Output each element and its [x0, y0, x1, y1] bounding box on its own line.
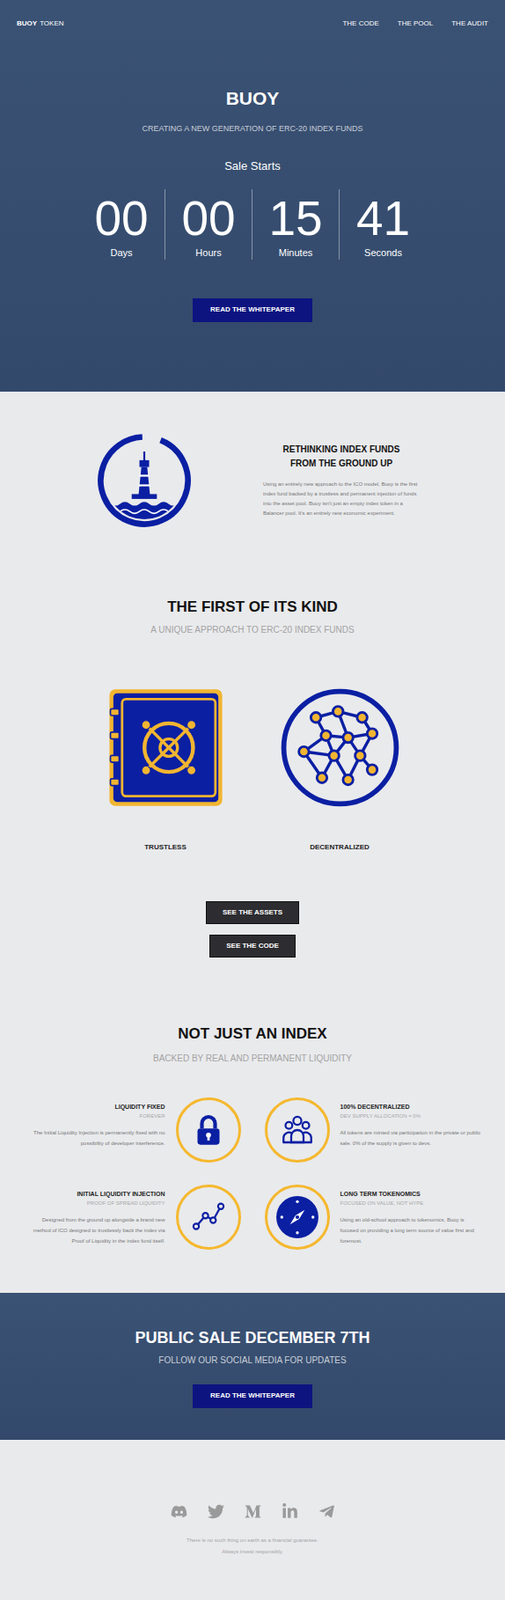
feature-body: All tokens are minted via participation … — [340, 1127, 482, 1149]
discord-icon[interactable] — [170, 1502, 188, 1520]
sale-subtitle: FOLLOW OUR SOCIAL MEDIA FOR UPDATES — [158, 1353, 346, 1367]
countdown-label: Days — [109, 246, 132, 259]
nav-link[interactable]: THE CODE — [342, 19, 379, 29]
index-feature: INITIAL LIQUIDITY INJECTIONPROOF OF SPRE… — [24, 1184, 242, 1250]
feature-title: 100% DECENTRALIZED — [340, 1102, 482, 1112]
about-body: Using an entirely new approach to the IC… — [263, 479, 420, 519]
feature-title: LONG TERM TOKENOMICS — [340, 1189, 482, 1199]
countdown: 00Days00Hours15Minutes41Seconds — [78, 189, 427, 260]
social-links — [170, 1502, 336, 1520]
globe-icon — [279, 687, 401, 808]
countdown-value: 00 — [94, 191, 148, 245]
countdown-value: 41 — [356, 191, 410, 245]
medium-icon[interactable] — [244, 1502, 262, 1520]
index-feature: 100% DECENTRALIZEDDEV SUPPLY ALLOCATION … — [264, 1097, 482, 1163]
nav-links: THE CODE THE POOL THE AUDIT — [342, 19, 489, 29]
feature-title: LIQUIDITY FIXED — [24, 1102, 166, 1112]
feature-text: 100% DECENTRALIZEDDEV SUPPLY ALLOCATION … — [340, 1097, 482, 1149]
feature-badge — [264, 1097, 330, 1163]
linkedin-icon[interactable] — [281, 1502, 299, 1520]
countdown-value: 15 — [268, 191, 323, 245]
hero: BUOYTOKEN THE CODE THE POOL THE AUDIT BUOY CR… — [0, 0, 505, 392]
page: BUOYTOKEN THE CODE THE POOL THE AUDIT BUOY CR… — [0, 0, 505, 1600]
feature-badge — [175, 1097, 242, 1163]
feature-badge — [264, 1184, 330, 1250]
nav-bar: BUOYTOKEN THE CODE THE POOL THE AUDIT — [0, 0, 505, 48]
countdown-label: Seconds — [364, 246, 403, 259]
dark-button[interactable]: SEE THE ASSETS — [205, 900, 300, 924]
feature-body: Using an old-school approach to tokenomi… — [340, 1214, 482, 1246]
about-heading: RETHINKING INDEX FUNDSFROM THE GROUND UP — [263, 442, 420, 471]
kind-feature: TRUSTLESS — [95, 687, 236, 853]
kind-feature: DECENTRALIZED — [269, 687, 410, 853]
sale-label: Sale Starts — [224, 159, 281, 174]
feature-tag: DEV SUPPLY ALLOCATION = 0% — [340, 1111, 482, 1120]
kind-features: TRUSTLESS DECENTRALIZED — [95, 687, 410, 853]
countdown-unit: 15Minutes — [252, 189, 340, 260]
about-text: RETHINKING INDEX FUNDSFROM THE GROUND UP… — [263, 442, 420, 519]
countdown-unit: 00Days — [78, 189, 166, 260]
countdown-unit: 00Hours — [165, 189, 253, 260]
index-feature: LIQUIDITY FIXEDFOREVER The Initial Liquid… — [24, 1097, 242, 1163]
disclaimer: There is no such thing on earth as a fin… — [186, 1534, 319, 1558]
hero-title: BUOY — [226, 87, 280, 110]
feature-text: INITIAL LIQUIDITY INJECTIONPROOF OF SPRE… — [24, 1184, 166, 1246]
kind-title: THE FIRST OF ITS KIND — [167, 597, 338, 617]
feature-tag: FOCUSED ON VALUE, NOT HYPE — [340, 1198, 482, 1208]
lock-icon — [190, 1112, 227, 1148]
countdown-unit: 41Seconds — [339, 189, 427, 260]
line-chart-icon — [190, 1198, 227, 1236]
disclaimer-line: Always invest responsibly. — [221, 1545, 284, 1558]
kind-feature-label: TRUSTLESS — [144, 841, 187, 853]
feature-title: INITIAL LIQUIDITY INJECTION — [24, 1189, 166, 1199]
index-title: NOT JUST AN INDEX — [177, 1024, 327, 1044]
feature-text: LONG TERM TOKENOMICSFOCUSED ON VALUE, NO… — [340, 1184, 482, 1246]
feature-tag: PROOF OF SPREAD LIQUIDITY — [24, 1198, 166, 1208]
footer: There is no such thing on earth as a fin… — [0, 1439, 505, 1600]
countdown-label: Hours — [195, 246, 221, 259]
buoy-icon — [95, 431, 193, 529]
kind-subtitle: A UNIQUE APPROACH TO ERC-20 INDEX FUNDS — [150, 623, 354, 637]
telegram-icon[interactable] — [318, 1502, 336, 1520]
feature-tag: FOREVER — [24, 1111, 166, 1120]
logo[interactable]: BUOYTOKEN — [16, 19, 65, 29]
disclaimer-line: There is no such thing on earth as a fin… — [186, 1534, 319, 1546]
index-grid: LIQUIDITY FIXEDFOREVER The Initial Liquid… — [24, 1097, 482, 1250]
index-feature: LONG TERM TOKENOMICSFOCUSED ON VALUE, NO… — [264, 1184, 482, 1250]
people-icon — [278, 1111, 316, 1149]
whitepaper-button[interactable]: READ THE WHITEPAPER — [192, 298, 313, 323]
feature-badge — [175, 1184, 242, 1250]
feature-body: The Initial Liquidity Injection is perma… — [24, 1127, 166, 1149]
whitepaper-button[interactable]: READ THE WHITEPAPER — [192, 1383, 313, 1408]
hero-subtitle: CREATING A NEW GENERATION OF ERC-20 INDE… — [141, 123, 363, 134]
nav-link[interactable]: THE AUDIT — [451, 19, 489, 29]
countdown-label: Minutes — [278, 246, 314, 259]
index-subtitle: BACKED BY REAL AND PERMANENT LIQUIDITY — [153, 1052, 352, 1065]
dark-button[interactable]: SEE THE CODE — [209, 934, 296, 958]
countdown-value: 00 — [181, 191, 235, 245]
content: RETHINKING INDEX FUNDSFROM THE GROUND UP… — [0, 391, 505, 1293]
feature-body: Designed from the ground up alongside a … — [24, 1214, 166, 1246]
nav-link[interactable]: THE POOL — [397, 19, 433, 29]
feature-text: LIQUIDITY FIXEDFOREVER The Initial Liquid… — [24, 1097, 166, 1149]
kind-feature-label: DECENTRALIZED — [309, 841, 370, 853]
kind-buttons: SEE THE ASSETS SEE THE CODE — [205, 900, 300, 958]
sale-banner: PUBLIC SALE DECEMBER 7TH FOLLOW OUR SOCIA… — [0, 1292, 505, 1440]
vault-icon — [105, 687, 227, 808]
twitter-icon[interactable] — [207, 1502, 225, 1520]
sale-title: PUBLIC SALE DECEMBER 7TH — [134, 1327, 370, 1347]
compass-icon — [275, 1194, 320, 1239]
about-row: RETHINKING INDEX FUNDSFROM THE GROUND UP… — [0, 431, 505, 529]
